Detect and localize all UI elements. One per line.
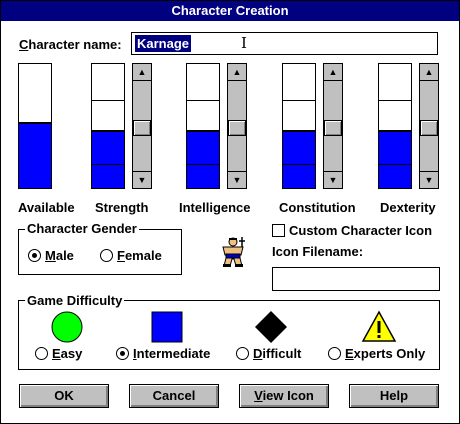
- available-gauge: [18, 63, 52, 189]
- difficult-radio[interactable]: [236, 347, 249, 360]
- scroll-down-icon[interactable]: ▼: [133, 171, 151, 188]
- cancel-button[interactable]: Cancel: [129, 384, 219, 408]
- strength-scrollbar[interactable]: ▲ ▼: [132, 63, 152, 189]
- easy-label[interactable]: Easy: [52, 346, 82, 361]
- intermediate-label[interactable]: Intermediate: [133, 346, 210, 361]
- stat-label-available: Available: [18, 200, 75, 215]
- female-label[interactable]: Female: [117, 248, 162, 263]
- character-name-value: Karnage: [135, 35, 192, 52]
- constitution-scrollbar[interactable]: ▲ ▼: [323, 63, 343, 189]
- black-diamond-icon: [255, 311, 287, 343]
- scroll-up-icon[interactable]: ▲: [228, 64, 246, 81]
- scroll-down-icon[interactable]: ▼: [228, 171, 246, 188]
- gauge-divider: [283, 100, 315, 101]
- scroll-up-icon[interactable]: ▲: [420, 64, 438, 81]
- gauge-divider: [187, 100, 219, 101]
- dexterity-gauge: [378, 63, 412, 189]
- intelligence-scroll-thumb[interactable]: [228, 120, 246, 136]
- gender-group-title: Character Gender: [25, 221, 139, 236]
- scroll-down-icon[interactable]: ▼: [324, 171, 342, 188]
- constitution-gauge: [282, 63, 316, 189]
- intelligence-gauge: [186, 63, 220, 189]
- character-creation-dialog: Character Creation Character name: Karna…: [0, 0, 460, 424]
- warrior-icon: [222, 237, 245, 267]
- warning-triangle-icon: [361, 310, 397, 342]
- custom-icon-label[interactable]: Custom Character Icon: [289, 223, 432, 238]
- character-name-input[interactable]: Karnage: [131, 32, 438, 55]
- intermediate-radio[interactable]: [116, 347, 129, 360]
- view-icon-button[interactable]: View Icon: [239, 384, 329, 408]
- blue-square-icon: [151, 311, 183, 343]
- icon-filename-input[interactable]: [272, 267, 440, 291]
- dexterity-scrollbar[interactable]: ▲ ▼: [419, 63, 439, 189]
- available-fill: [19, 122, 51, 188]
- dexterity-scroll-thumb[interactable]: [420, 120, 438, 136]
- difficult-label[interactable]: Difficult: [253, 346, 301, 361]
- stat-label-constitution: Constitution: [279, 200, 356, 215]
- female-radio[interactable]: [100, 249, 113, 262]
- character-name-label: Character name:: [19, 37, 122, 52]
- scroll-down-icon[interactable]: ▼: [420, 171, 438, 188]
- title-bar: Character Creation: [1, 1, 459, 21]
- gauge-divider: [187, 164, 219, 165]
- ok-button[interactable]: OK: [19, 384, 109, 408]
- custom-icon-checkbox[interactable]: [272, 224, 285, 237]
- intelligence-fill: [187, 130, 219, 188]
- help-button[interactable]: Help: [349, 384, 439, 408]
- stat-label-dexterity: Dexterity: [380, 200, 436, 215]
- scroll-up-icon[interactable]: ▲: [133, 64, 151, 81]
- strength-fill: [92, 130, 124, 188]
- text-cursor-icon: I: [241, 34, 247, 52]
- icon-filename-label: Icon Filename:: [272, 244, 364, 259]
- constitution-scroll-thumb[interactable]: [324, 120, 342, 136]
- intelligence-scrollbar[interactable]: ▲ ▼: [227, 63, 247, 189]
- difficulty-group-title: Game Difficulty: [25, 293, 125, 308]
- gauge-divider: [283, 164, 315, 165]
- gauge-divider: [379, 100, 411, 101]
- strength-scroll-thumb[interactable]: [133, 120, 151, 136]
- experts-only-radio[interactable]: [328, 347, 341, 360]
- male-label[interactable]: Male: [45, 248, 74, 263]
- easy-radio[interactable]: [35, 347, 48, 360]
- green-circle-icon: [51, 311, 83, 343]
- gauge-divider: [92, 164, 124, 165]
- experts-only-label[interactable]: Experts Only: [345, 346, 425, 361]
- scroll-up-icon[interactable]: ▲: [324, 64, 342, 81]
- stat-label-strength: Strength: [95, 200, 149, 215]
- dexterity-fill: [379, 130, 411, 188]
- gauge-divider: [92, 100, 124, 101]
- strength-gauge: [91, 63, 125, 189]
- gauge-divider: [379, 164, 411, 165]
- male-radio[interactable]: [28, 249, 41, 262]
- stat-label-intelligence: Intelligence: [179, 200, 251, 215]
- constitution-fill: [283, 130, 315, 188]
